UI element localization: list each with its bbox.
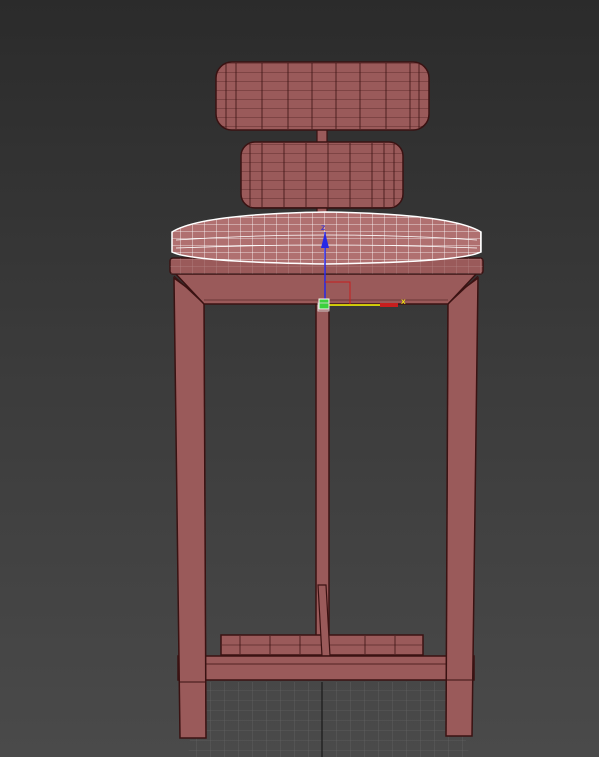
front-right-leg[interactable] [445, 276, 479, 737]
floor-grid [188, 682, 470, 757]
lower-backrest-cushion[interactable] [240, 141, 404, 209]
viewport-scene[interactable]: z x [0, 0, 599, 757]
gizmo-pivot [318, 298, 330, 310]
gizmo-x-label: x [401, 297, 406, 306]
3d-viewport[interactable]: z x [0, 0, 599, 757]
gizmo-z-label: z [321, 223, 325, 232]
upper-backrest-cushion[interactable] [215, 61, 430, 131]
front-left-leg[interactable] [173, 276, 207, 739]
gizmo-x-handle [380, 303, 398, 307]
footrest[interactable] [220, 584, 424, 657]
bottom-crossbar[interactable] [177, 655, 475, 681]
